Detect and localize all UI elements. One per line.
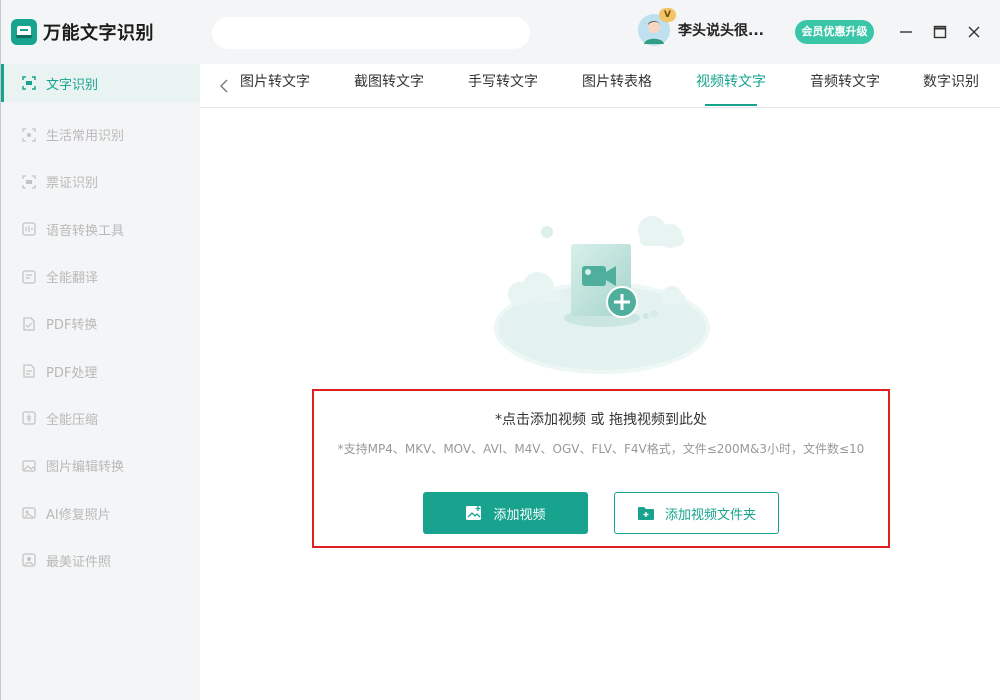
dropzone-title: *点击添加视频 或 拖拽视频到此处 <box>495 412 707 428</box>
sidebar-item-label: PDF处理 <box>46 365 98 381</box>
upload-area: *点击添加视频 或 拖拽视频到此处 *支持MP4、MKV、MOV、AVI、M4V… <box>200 108 1000 700</box>
brand: 万能文字识别 <box>1 0 200 64</box>
minimize-icon[interactable] <box>894 20 918 44</box>
scan-frame-icon <box>21 127 37 143</box>
app-logo-icon <box>11 19 37 45</box>
sidebar-item-ticket-recognition[interactable]: 票证识别 <box>1 158 200 205</box>
vip-badge: V <box>659 8 676 22</box>
id-photo-icon <box>21 552 37 568</box>
tab-bar: 图片转文字 截图转文字 手写转文字 图片转表格 视频转文字 音频转文字 数字识别 <box>200 64 1000 108</box>
tab-screenshot-to-text[interactable]: 截图转文字 <box>354 64 424 108</box>
add-video-icon <box>465 505 483 521</box>
sidebar-item-life-recognition[interactable]: 生活常用识别 <box>1 111 200 158</box>
upgrade-button[interactable]: 会员优惠升级 <box>795 20 874 44</box>
scan-frame-icon <box>21 174 37 190</box>
sidebar-item-pdf-process[interactable]: PDF处理 <box>1 347 200 394</box>
search-input[interactable] <box>212 17 530 49</box>
sidebar-item-label: 票证识别 <box>46 176 99 192</box>
tab-number-recognition[interactable]: 数字识别 <box>923 64 979 108</box>
video-upload-illustration <box>492 210 712 384</box>
add-video-folder-label: 添加视频文件夹 <box>664 507 756 523</box>
tab-image-to-table[interactable]: 图片转表格 <box>582 64 652 108</box>
tab-handwriting-to-text[interactable]: 手写转文字 <box>468 64 538 108</box>
sidebar-item-label: 全能压缩 <box>46 412 99 428</box>
pdf-process-icon <box>21 363 37 379</box>
chevron-left-icon[interactable] <box>214 74 234 98</box>
sidebar-item-audio-tools[interactable]: 语音转换工具 <box>1 206 200 253</box>
tab-image-to-text[interactable]: 图片转文字 <box>240 64 310 108</box>
app-title: 万能文字识别 <box>43 23 154 44</box>
sidebar-item-label: 最美证件照 <box>46 554 112 570</box>
sidebar-item-translate[interactable]: 全能翻译 <box>1 253 200 300</box>
add-video-button[interactable]: 添加视频 <box>423 492 588 534</box>
add-video-folder-button[interactable]: 添加视频文件夹 <box>614 492 779 534</box>
sidebar-item-text-recognition[interactable]: 文字识别 <box>1 64 200 102</box>
compress-icon <box>21 410 37 426</box>
tab-video-to-text[interactable]: 视频转文字 <box>696 64 766 108</box>
supported-formats-text: *支持MP4、MKV、MOV、AVI、M4V、OGV、FLV、F4V格式，文件≤… <box>337 442 865 456</box>
sidebar: 万能文字识别 文字识别 生活常用识别 票证识别 语音转换工具 全能翻译 PDF转… <box>0 0 200 700</box>
close-icon[interactable] <box>962 20 986 44</box>
sidebar-nav: 文字识别 生活常用识别 票证识别 语音转换工具 全能翻译 PDF转换 PDF处理 <box>1 64 200 584</box>
tab-audio-to-text[interactable]: 音频转文字 <box>810 64 880 108</box>
translate-icon <box>21 269 37 285</box>
sidebar-item-label: 文字识别 <box>46 77 99 93</box>
sidebar-item-id-photo[interactable]: 最美证件照 <box>1 537 200 584</box>
sidebar-item-label: AI修复照片 <box>46 507 111 523</box>
sidebar-item-ai-photo-repair[interactable]: AI修复照片 <box>1 489 200 536</box>
maximize-icon[interactable] <box>928 20 952 44</box>
dropzone[interactable]: *点击添加视频 或 拖拽视频到此处 *支持MP4、MKV、MOV、AVI、M4V… <box>312 389 890 548</box>
sidebar-item-label: PDF转换 <box>46 318 98 334</box>
user-name[interactable]: 李头说头很... <box>678 20 764 40</box>
audio-convert-icon <box>21 221 37 237</box>
main-area: V 李头说头很... 会员优惠升级 图片转文字 截图转文字 手写转文字 图片转表… <box>200 0 1000 700</box>
sidebar-item-label: 语音转换工具 <box>46 223 125 239</box>
user-profile[interactable]: V 李头说头很... <box>638 8 764 46</box>
sidebar-item-label: 生活常用识别 <box>46 129 125 145</box>
sidebar-item-pdf-convert[interactable]: PDF转换 <box>1 300 200 347</box>
pdf-convert-icon <box>21 316 37 332</box>
photo-repair-icon <box>21 505 37 521</box>
folder-add-icon <box>637 505 655 521</box>
scan-text-icon <box>21 75 37 91</box>
sidebar-item-compress[interactable]: 全能压缩 <box>1 395 200 442</box>
sidebar-item-image-edit[interactable]: 图片编辑转换 <box>1 442 200 489</box>
top-bar: V 李头说头很... 会员优惠升级 <box>200 0 1000 64</box>
image-edit-icon <box>21 458 37 474</box>
add-video-label: 添加视频 <box>493 507 546 523</box>
avatar[interactable]: V <box>638 8 676 46</box>
sidebar-item-label: 全能翻译 <box>46 271 99 287</box>
sidebar-item-label: 图片编辑转换 <box>46 460 125 476</box>
